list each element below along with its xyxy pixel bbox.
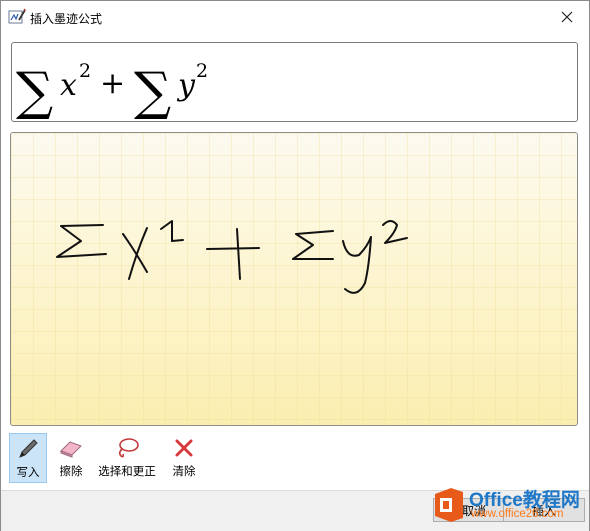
tool-clear[interactable]: 清除 [167, 433, 201, 483]
tool-erase-label: 擦除 [59, 464, 83, 478]
tool-erase[interactable]: 擦除 [53, 433, 89, 483]
insert-ink-equation-dialog: 插入墨迹公式 ∑ x 2 + ∑ y 2 写入 擦除 选择和更正 清除 取消 插… [0, 0, 590, 531]
preview-exponent: 2 [79, 60, 91, 82]
tool-select-correct[interactable]: 选择和更正 [95, 433, 159, 483]
office-logo-icon [435, 488, 463, 522]
tool-select-correct-label: 选择和更正 [98, 464, 156, 478]
dialog-title: 插入墨迹公式 [30, 12, 103, 26]
lasso-icon [118, 438, 139, 458]
tool-write[interactable]: 写入 [9, 433, 47, 483]
preview-sum-symbol: ∑ [16, 62, 53, 121]
preview-exponent: 2 [196, 60, 208, 82]
pen-icon [19, 439, 38, 458]
tool-clear-label: 清除 [172, 464, 196, 478]
preview-sum-symbol: ∑ [134, 62, 171, 121]
ink-equation-icon [8, 8, 26, 24]
watermark: Office教程网 www.office26.com [429, 483, 589, 527]
clear-icon [175, 439, 193, 457]
title-bar: 插入墨迹公式 [1, 1, 589, 33]
tool-write-label: 写入 [16, 465, 40, 479]
close-icon [561, 11, 573, 23]
preview-plus: + [100, 66, 125, 101]
eraser-icon [60, 441, 82, 458]
watermark-url: www.office26.com [471, 508, 564, 520]
preview-variable: x [60, 68, 77, 103]
ink-writing-area[interactable] [10, 132, 578, 426]
formula-preview: ∑ x 2 + ∑ y 2 [11, 42, 578, 122]
close-button[interactable] [545, 1, 589, 33]
preview-variable: y [176, 68, 196, 103]
